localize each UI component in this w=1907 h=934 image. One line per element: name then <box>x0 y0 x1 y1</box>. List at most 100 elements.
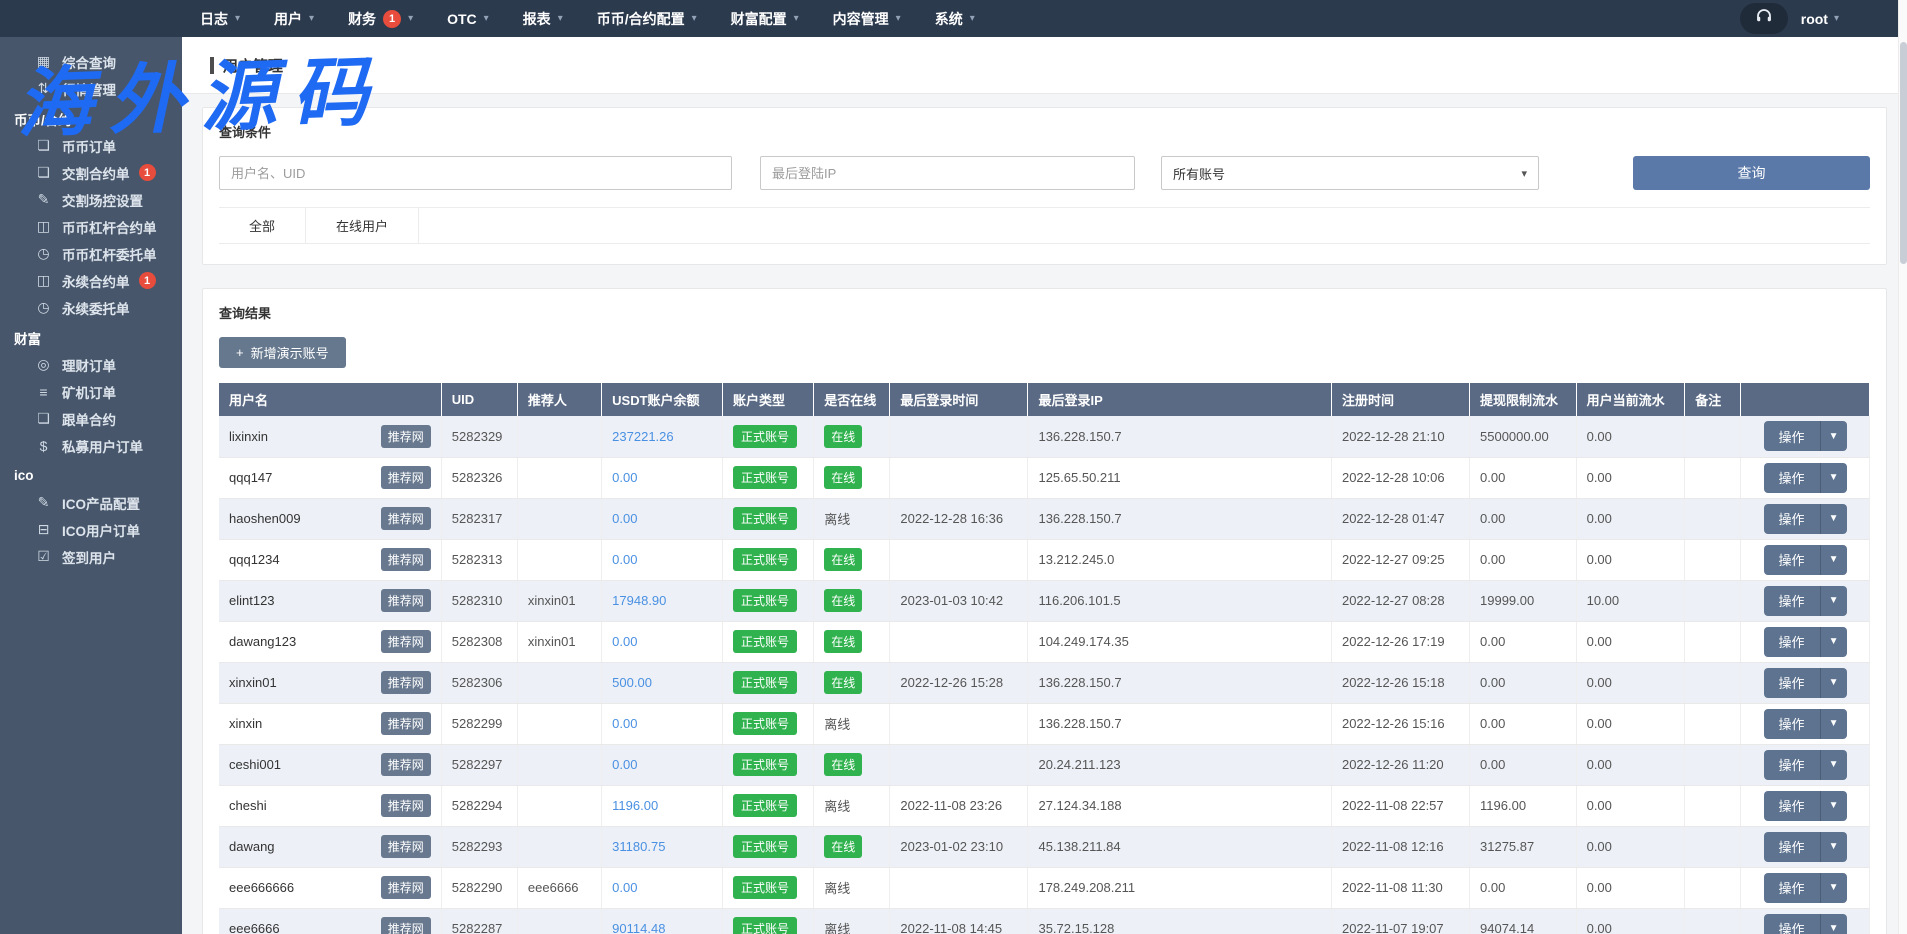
sidebar-item-ico-product-config[interactable]: ✎ICO产品配置 <box>0 489 182 516</box>
action-button[interactable]: 操作 <box>1764 586 1820 616</box>
balance-link[interactable]: 1196.00 <box>612 798 658 813</box>
chevron-down-icon[interactable]: ▼ <box>1820 832 1847 862</box>
action-split-button[interactable]: 操作▼ <box>1764 791 1847 821</box>
nav-item-reports[interactable]: 报表▾ <box>523 9 563 29</box>
sidebar-item-miner-orders[interactable]: ≡矿机订单 <box>0 378 182 405</box>
balance-link[interactable]: 31180.75 <box>612 839 665 854</box>
balance-link[interactable]: 0.00 <box>612 634 637 649</box>
action-button[interactable]: 操作 <box>1764 750 1820 780</box>
balance-link[interactable]: 0.00 <box>612 757 637 772</box>
sidebar-item-ico-user-orders[interactable]: ⊟ICO用户订单 <box>0 516 182 543</box>
sidebar-item-market-management[interactable]: ⇅行情管理 <box>0 75 182 102</box>
last-login-ip-input[interactable] <box>760 156 1135 190</box>
balance-link[interactable]: 237221.26 <box>612 429 673 444</box>
sidebar-item-margin-contract-orders[interactable]: ◫币币杠杆合约单 <box>0 213 182 240</box>
referral-network-badge[interactable]: 推荐网 <box>381 712 431 735</box>
action-button[interactable]: 操作 <box>1764 709 1820 739</box>
search-button[interactable]: 查询 <box>1633 156 1870 190</box>
nav-item-finance[interactable]: 财务1▾ <box>348 9 413 29</box>
action-button[interactable]: 操作 <box>1764 421 1820 451</box>
sidebar-item-copy-trade-contract[interactable]: ❏跟单合约 <box>0 405 182 432</box>
sidebar-item-margin-entrust-orders[interactable]: ◷币币杠杆委托单 <box>0 240 182 267</box>
referral-network-badge[interactable]: 推荐网 <box>381 589 431 612</box>
avatar[interactable] <box>1740 3 1788 34</box>
action-split-button[interactable]: 操作▼ <box>1764 709 1847 739</box>
action-button[interactable]: 操作 <box>1764 463 1820 493</box>
chevron-down-icon[interactable]: ▼ <box>1820 586 1847 616</box>
chevron-down-icon[interactable]: ▼ <box>1820 750 1847 780</box>
nav-item-system[interactable]: 系统▾ <box>935 9 975 29</box>
nav-item-content-management[interactable]: 内容管理▾ <box>833 9 901 29</box>
user-menu[interactable]: root ▾ <box>1801 11 1839 27</box>
chevron-down-icon[interactable]: ▼ <box>1820 421 1847 451</box>
chevron-down-icon[interactable]: ▼ <box>1820 873 1847 903</box>
balance-link[interactable]: 0.00 <box>612 552 637 567</box>
nav-item-otc[interactable]: OTC▾ <box>447 11 489 27</box>
balance-link[interactable]: 90114.48 <box>612 921 665 934</box>
action-button[interactable]: 操作 <box>1764 873 1820 903</box>
referral-network-badge[interactable]: 推荐网 <box>381 753 431 776</box>
balance-link[interactable]: 500.00 <box>612 675 652 690</box>
referral-network-badge[interactable]: 推荐网 <box>381 876 431 899</box>
referral-network-badge[interactable]: 推荐网 <box>381 425 431 448</box>
referral-network-badge[interactable]: 推荐网 <box>381 671 431 694</box>
chevron-down-icon[interactable]: ▼ <box>1820 504 1847 534</box>
balance-link[interactable]: 0.00 <box>612 511 637 526</box>
action-button[interactable]: 操作 <box>1764 504 1820 534</box>
username-uid-input[interactable] <box>219 156 732 190</box>
action-split-button[interactable]: 操作▼ <box>1764 504 1847 534</box>
action-split-button[interactable]: 操作▼ <box>1764 627 1847 657</box>
add-demo-account-button[interactable]: + 新增演示账号 <box>219 337 346 368</box>
sidebar-item-delivery-contract-orders[interactable]: ❏交割合约单1 <box>0 159 182 186</box>
chevron-down-icon[interactable]: ▼ <box>1820 545 1847 575</box>
action-button[interactable]: 操作 <box>1764 791 1820 821</box>
action-split-button[interactable]: 操作▼ <box>1764 586 1847 616</box>
nav-item-logs[interactable]: 日志▾ <box>200 9 240 29</box>
nav-item-coin-contract-config[interactable]: 币币/合约配置▾ <box>597 9 697 29</box>
chevron-down-icon[interactable]: ▼ <box>1820 709 1847 739</box>
sidebar-item-spot-orders[interactable]: ❏币币订单 <box>0 132 182 159</box>
action-button[interactable]: 操作 <box>1764 545 1820 575</box>
sidebar-item-perpetual-entrust-orders[interactable]: ◷永续委托单 <box>0 294 182 321</box>
chevron-down-icon[interactable]: ▼ <box>1820 791 1847 821</box>
sidebar-item-perpetual-contract-orders[interactable]: ◫永续合约单1 <box>0 267 182 294</box>
action-split-button[interactable]: 操作▼ <box>1764 832 1847 862</box>
balance-link[interactable]: 0.00 <box>612 470 637 485</box>
scrollbar-thumb[interactable] <box>1900 42 1907 264</box>
referral-network-badge[interactable]: 推荐网 <box>381 507 431 530</box>
balance-link[interactable]: 0.00 <box>612 716 637 731</box>
action-split-button[interactable]: 操作▼ <box>1764 545 1847 575</box>
sidebar-item-finance-orders[interactable]: ◎理财订单 <box>0 351 182 378</box>
balance-link[interactable]: 17948.90 <box>612 593 666 608</box>
referral-network-badge[interactable]: 推荐网 <box>381 466 431 489</box>
balance-link[interactable]: 0.00 <box>612 880 637 895</box>
sidebar-item-delivery-risk-settings[interactable]: ✎交割场控设置 <box>0 186 182 213</box>
nav-item-wealth-config[interactable]: 财富配置▾ <box>731 9 799 29</box>
action-split-button[interactable]: 操作▼ <box>1764 914 1847 934</box>
tab-online-users[interactable]: 在线用户 <box>306 208 419 243</box>
chevron-down-icon[interactable]: ▼ <box>1820 914 1847 934</box>
action-split-button[interactable]: 操作▼ <box>1764 668 1847 698</box>
referral-network-badge[interactable]: 推荐网 <box>381 917 431 934</box>
sidebar-item-checkin-users[interactable]: ☑签到用户 <box>0 543 182 570</box>
action-button[interactable]: 操作 <box>1764 832 1820 862</box>
chevron-down-icon[interactable]: ▼ <box>1820 627 1847 657</box>
action-split-button[interactable]: 操作▼ <box>1764 750 1847 780</box>
action-button[interactable]: 操作 <box>1764 668 1820 698</box>
referral-network-badge[interactable]: 推荐网 <box>381 835 431 858</box>
action-split-button[interactable]: 操作▼ <box>1764 873 1847 903</box>
action-split-button[interactable]: 操作▼ <box>1764 463 1847 493</box>
referral-network-badge[interactable]: 推荐网 <box>381 630 431 653</box>
account-type-select[interactable]: 所有账号 ▾ <box>1161 156 1539 190</box>
sidebar-item-overview-query[interactable]: ▦综合查询 <box>0 48 182 75</box>
chevron-down-icon[interactable]: ▼ <box>1820 668 1847 698</box>
action-split-button[interactable]: 操作▼ <box>1764 421 1847 451</box>
chevron-down-icon[interactable]: ▼ <box>1820 463 1847 493</box>
tab-all[interactable]: 全部 <box>219 208 306 243</box>
action-button[interactable]: 操作 <box>1764 914 1820 934</box>
action-button[interactable]: 操作 <box>1764 627 1820 657</box>
referral-network-badge[interactable]: 推荐网 <box>381 548 431 571</box>
nav-item-users[interactable]: 用户▾ <box>274 9 314 29</box>
referral-network-badge[interactable]: 推荐网 <box>381 794 431 817</box>
sidebar-item-private-fund-orders[interactable]: $私募用户订单 <box>0 432 182 459</box>
